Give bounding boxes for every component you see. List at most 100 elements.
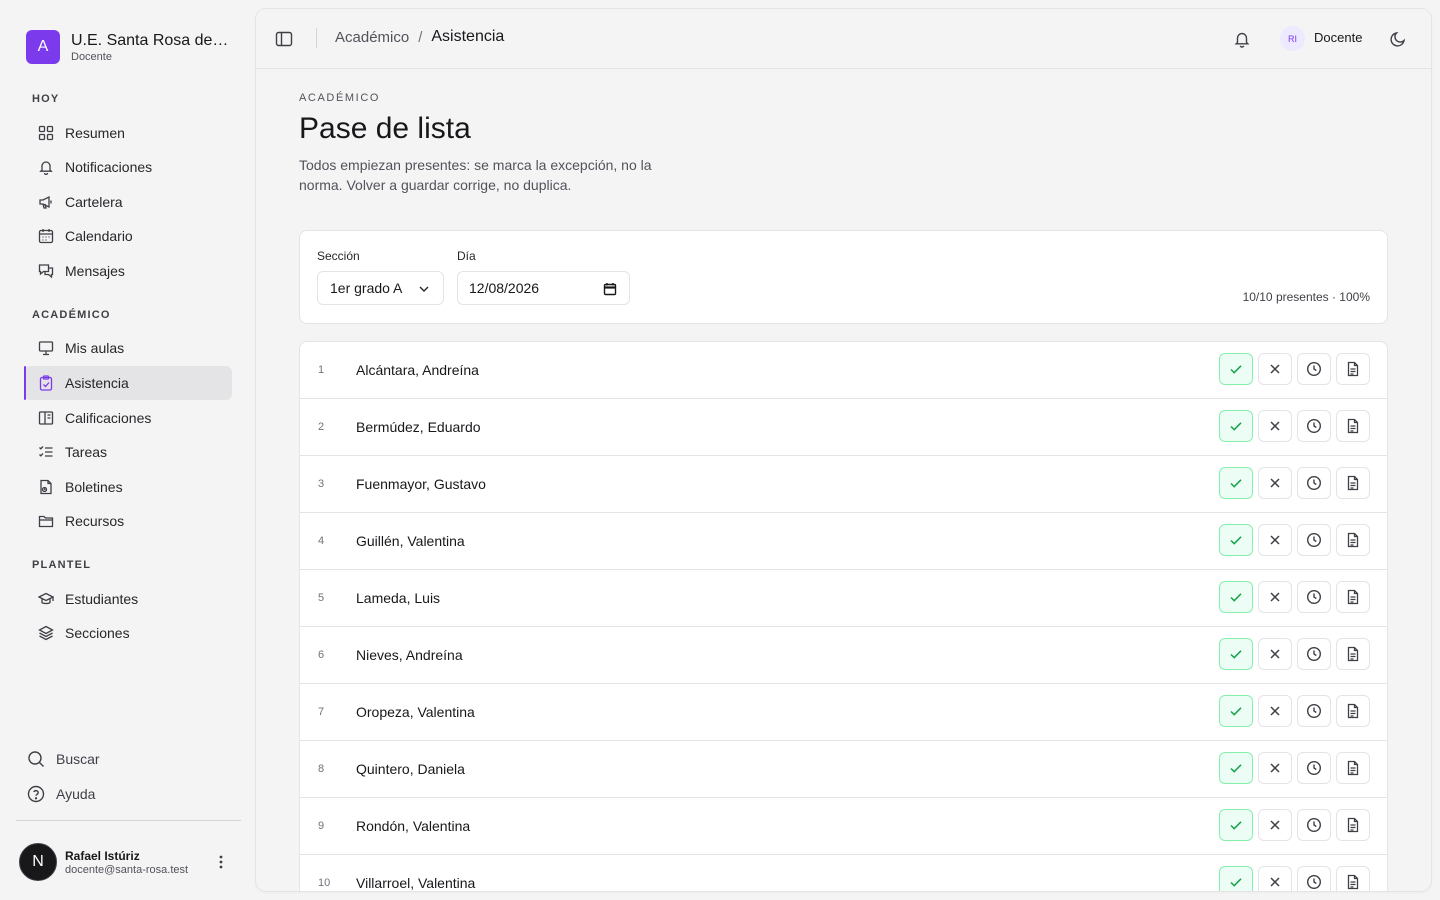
mark-present-button[interactable] (1219, 353, 1253, 385)
mark-absent-button[interactable] (1258, 524, 1292, 556)
sidebar-item-resumen[interactable]: Resumen (24, 116, 232, 150)
clock-icon (1306, 532, 1322, 548)
mark-justified-button[interactable] (1336, 638, 1370, 670)
check-icon (1230, 593, 1242, 602)
sidebar-item-tareas[interactable]: Tareas (24, 435, 232, 469)
mark-absent-button[interactable] (1258, 353, 1292, 385)
sidebar-item-mensajes[interactable]: Mensajes (24, 254, 232, 288)
section-value: 1er grado A (330, 280, 403, 296)
section-select[interactable]: 1er grado A (317, 271, 444, 305)
mark-absent-button[interactable] (1258, 467, 1292, 499)
mark-justified-button[interactable] (1336, 524, 1370, 556)
calendar-icon[interactable] (603, 282, 617, 296)
mark-absent-button[interactable] (1258, 581, 1292, 613)
mark-absent-button[interactable] (1258, 809, 1292, 841)
sidebar-item-calificaciones[interactable]: Calificaciones (24, 401, 232, 435)
student-roster: 1 Alcántara, Andreína 2 Bermúdez, Eduard… (299, 341, 1388, 891)
mark-present-button[interactable] (1219, 524, 1253, 556)
mark-late-button[interactable] (1297, 581, 1331, 613)
help-button[interactable]: Ayuda (27, 779, 95, 809)
attendance-actions (1219, 524, 1375, 556)
row-number: 7 (318, 706, 325, 718)
mark-justified-button[interactable] (1336, 581, 1370, 613)
mark-absent-button[interactable] (1258, 410, 1292, 442)
sidebar-item-label: Asistencia (65, 375, 129, 391)
mark-late-button[interactable] (1297, 410, 1331, 442)
check-icon (1230, 878, 1242, 887)
mark-late-button[interactable] (1297, 809, 1331, 841)
list-check-icon (38, 444, 54, 460)
sidebar-item-mis-aulas[interactable]: Mis aulas (24, 331, 232, 365)
sidebar: A U.E. Santa Rosa de Li... Docente HOY R… (0, 0, 256, 900)
page-description: Todos empiezan presentes: se marca la ex… (299, 157, 652, 193)
moon-icon[interactable] (1389, 30, 1407, 48)
mark-present-button[interactable] (1219, 866, 1253, 891)
user-profile[interactable]: N Rafael Istúriz docente@santa-rosa.test (19, 843, 239, 881)
user-name: Rafael Istúriz (65, 848, 140, 863)
file-icon (1347, 646, 1359, 662)
mark-justified-button[interactable] (1336, 695, 1370, 727)
table-row: 6 Nieves, Andreína (300, 627, 1387, 684)
sidebar-item-recursos[interactable]: Recursos (24, 504, 232, 538)
day-date-input[interactable]: 12/08/2026 (457, 271, 630, 305)
mark-late-button[interactable] (1297, 524, 1331, 556)
file-report-icon (38, 479, 54, 495)
breadcrumb-parent[interactable]: Académico (335, 29, 409, 46)
mark-absent-button[interactable] (1258, 866, 1292, 891)
sidebar-toggle-icon[interactable] (275, 30, 293, 48)
clipboard-check-icon (38, 375, 54, 391)
mark-late-button[interactable] (1297, 752, 1331, 784)
page-title: Pase de lista (299, 112, 471, 145)
more-vertical-icon[interactable] (213, 854, 229, 870)
mark-justified-button[interactable] (1336, 752, 1370, 784)
sidebar-item-notificaciones[interactable]: Notificaciones (24, 150, 232, 184)
mark-justified-button[interactable] (1336, 467, 1370, 499)
sidebar-item-secciones[interactable]: Secciones (24, 616, 232, 650)
mark-late-button[interactable] (1297, 866, 1331, 891)
mark-late-button[interactable] (1297, 695, 1331, 727)
user-role[interactable]: Docente (1314, 30, 1362, 45)
chevron-down-icon (417, 282, 431, 296)
sidebar-item-calendario[interactable]: Calendario (24, 219, 232, 253)
mark-present-button[interactable] (1219, 467, 1253, 499)
mark-late-button[interactable] (1297, 638, 1331, 670)
mark-justified-button[interactable] (1336, 353, 1370, 385)
sidebar-item-label: Resumen (65, 125, 125, 141)
sidebar-item-boletines[interactable]: Boletines (24, 470, 232, 504)
bell-icon[interactable] (1233, 30, 1251, 48)
sidebar-item-estudiantes[interactable]: Estudiantes (24, 582, 232, 616)
check-icon (1230, 764, 1242, 773)
mark-present-button[interactable] (1219, 638, 1253, 670)
mark-justified-button[interactable] (1336, 410, 1370, 442)
help-icon (27, 785, 45, 803)
sidebar-item-asistencia[interactable]: Asistencia (24, 366, 232, 400)
mark-present-button[interactable] (1219, 581, 1253, 613)
mark-present-button[interactable] (1219, 809, 1253, 841)
mark-absent-button[interactable] (1258, 695, 1292, 727)
brand[interactable]: A U.E. Santa Rosa de Li... Docente (26, 30, 231, 64)
mark-absent-button[interactable] (1258, 638, 1292, 670)
mark-present-button[interactable] (1219, 410, 1253, 442)
row-number: 9 (318, 820, 325, 832)
student-name: Alcántara, Andreína (356, 362, 479, 378)
mark-present-button[interactable] (1219, 752, 1253, 784)
search-button[interactable]: Buscar (27, 744, 100, 774)
sidebar-item-cartelera[interactable]: Cartelera (24, 185, 232, 219)
app-root: A U.E. Santa Rosa de Li... Docente HOY R… (0, 0, 1440, 900)
grid-icon (38, 125, 54, 141)
mark-present-button[interactable] (1219, 695, 1253, 727)
mark-justified-button[interactable] (1336, 809, 1370, 841)
mark-absent-button[interactable] (1258, 752, 1292, 784)
attendance-summary: 10/10 presentes · 100% (1242, 290, 1370, 304)
avatar[interactable]: RI (1280, 26, 1305, 51)
table-row: 9 Rondón, Valentina (300, 798, 1387, 855)
table-row: 3 Fuenmayor, Gustavo (300, 456, 1387, 513)
table-row: 8 Quintero, Daniela (300, 741, 1387, 798)
clock-icon (1306, 703, 1322, 719)
mark-late-button[interactable] (1297, 353, 1331, 385)
mark-late-button[interactable] (1297, 467, 1331, 499)
mark-justified-button[interactable] (1336, 866, 1370, 891)
clock-icon (1306, 418, 1322, 434)
clock-icon (1306, 475, 1322, 491)
x-icon (1270, 706, 1280, 716)
